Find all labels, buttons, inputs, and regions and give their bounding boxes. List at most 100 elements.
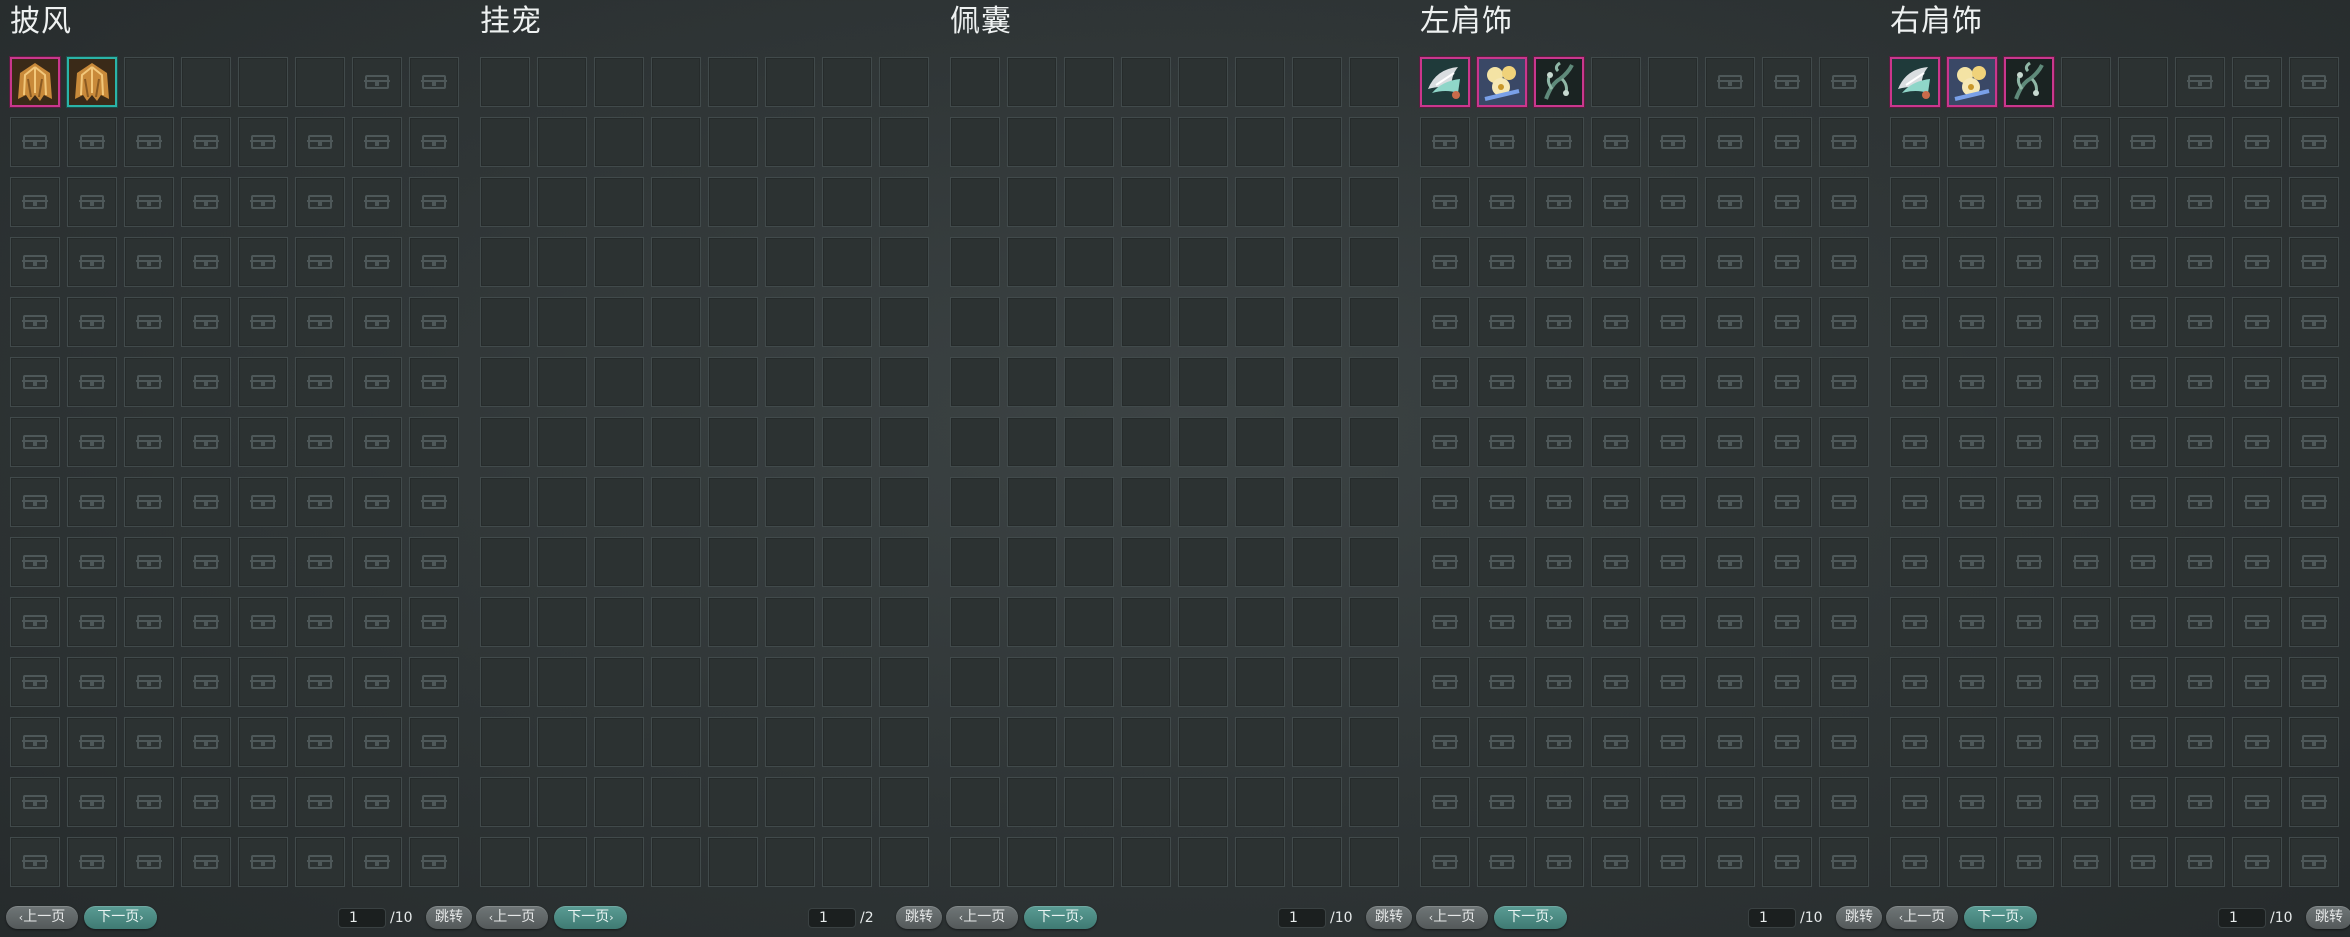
locked-slot[interactable] — [1534, 777, 1584, 827]
empty-slot[interactable] — [1121, 837, 1171, 887]
locked-slot[interactable] — [1648, 537, 1698, 587]
locked-slot[interactable] — [409, 837, 459, 887]
empty-slot[interactable] — [950, 657, 1000, 707]
empty-slot[interactable] — [822, 777, 872, 827]
locked-slot[interactable] — [409, 297, 459, 347]
locked-slot[interactable] — [352, 477, 402, 527]
locked-slot[interactable] — [67, 477, 117, 527]
jump-button[interactable]: 跳转 — [426, 906, 472, 929]
locked-slot[interactable] — [1947, 417, 1997, 467]
locked-slot[interactable] — [238, 717, 288, 767]
locked-slot[interactable] — [1648, 777, 1698, 827]
locked-slot[interactable] — [409, 357, 459, 407]
locked-slot[interactable] — [1890, 837, 1940, 887]
jump-button[interactable]: 跳转 — [1836, 906, 1882, 929]
empty-slot[interactable] — [651, 777, 701, 827]
next-page-button[interactable]: 下一页› — [1024, 906, 1097, 929]
empty-slot[interactable] — [822, 837, 872, 887]
locked-slot[interactable] — [67, 117, 117, 167]
empty-slot[interactable] — [537, 357, 587, 407]
locked-slot[interactable] — [2175, 57, 2225, 107]
prev-page-button[interactable]: ‹上一页 — [476, 906, 548, 929]
locked-slot[interactable] — [1947, 297, 1997, 347]
locked-slot[interactable] — [1534, 477, 1584, 527]
locked-slot[interactable] — [409, 417, 459, 467]
locked-slot[interactable] — [67, 657, 117, 707]
locked-slot[interactable] — [124, 717, 174, 767]
locked-slot[interactable] — [67, 777, 117, 827]
empty-slot[interactable] — [651, 477, 701, 527]
empty-slot[interactable] — [765, 477, 815, 527]
locked-slot[interactable] — [1947, 177, 1997, 227]
locked-slot[interactable] — [1591, 657, 1641, 707]
locked-slot[interactable] — [181, 537, 231, 587]
item-slot-silver-shoulder[interactable] — [1890, 57, 1940, 107]
empty-slot[interactable] — [181, 57, 231, 107]
locked-slot[interactable] — [1648, 177, 1698, 227]
locked-slot[interactable] — [1420, 297, 1470, 347]
locked-slot[interactable] — [1947, 777, 1997, 827]
empty-slot[interactable] — [537, 597, 587, 647]
locked-slot[interactable] — [352, 237, 402, 287]
empty-slot[interactable] — [1235, 717, 1285, 767]
empty-slot[interactable] — [1349, 657, 1399, 707]
locked-slot[interactable] — [1819, 537, 1869, 587]
locked-slot[interactable] — [1762, 537, 1812, 587]
locked-slot[interactable] — [409, 177, 459, 227]
locked-slot[interactable] — [2289, 177, 2339, 227]
locked-slot[interactable] — [1534, 537, 1584, 587]
empty-slot[interactable] — [480, 117, 530, 167]
locked-slot[interactable] — [2004, 117, 2054, 167]
empty-slot[interactable] — [651, 357, 701, 407]
empty-slot[interactable] — [879, 417, 929, 467]
empty-slot[interactable] — [1292, 297, 1342, 347]
locked-slot[interactable] — [1534, 297, 1584, 347]
empty-slot[interactable] — [651, 537, 701, 587]
empty-slot[interactable] — [765, 597, 815, 647]
next-page-button[interactable]: 下一页› — [1964, 906, 2037, 929]
locked-slot[interactable] — [238, 417, 288, 467]
locked-slot[interactable] — [295, 597, 345, 647]
locked-slot[interactable] — [1705, 777, 1755, 827]
locked-slot[interactable] — [1534, 417, 1584, 467]
empty-slot[interactable] — [879, 837, 929, 887]
empty-slot[interactable] — [879, 57, 929, 107]
item-slot-dark-vine-shoulder[interactable] — [1534, 57, 1584, 107]
locked-slot[interactable] — [181, 657, 231, 707]
locked-slot[interactable] — [124, 477, 174, 527]
empty-slot[interactable] — [1235, 297, 1285, 347]
empty-slot[interactable] — [1064, 477, 1114, 527]
empty-slot[interactable] — [537, 837, 587, 887]
empty-slot[interactable] — [295, 57, 345, 107]
empty-slot[interactable] — [1178, 357, 1228, 407]
empty-slot[interactable] — [480, 297, 530, 347]
locked-slot[interactable] — [2004, 657, 2054, 707]
empty-slot[interactable] — [594, 177, 644, 227]
empty-slot[interactable] — [1064, 57, 1114, 107]
empty-slot[interactable] — [537, 537, 587, 587]
locked-slot[interactable] — [2004, 477, 2054, 527]
locked-slot[interactable] — [67, 837, 117, 887]
locked-slot[interactable] — [1591, 357, 1641, 407]
locked-slot[interactable] — [1477, 477, 1527, 527]
locked-slot[interactable] — [181, 717, 231, 767]
empty-slot[interactable] — [1121, 537, 1171, 587]
page-number-input[interactable] — [338, 908, 386, 928]
empty-slot[interactable] — [1292, 417, 1342, 467]
empty-slot[interactable] — [822, 177, 872, 227]
empty-slot[interactable] — [1349, 837, 1399, 887]
locked-slot[interactable] — [1477, 357, 1527, 407]
empty-slot[interactable] — [765, 537, 815, 587]
empty-slot[interactable] — [651, 57, 701, 107]
empty-slot[interactable] — [1178, 237, 1228, 287]
empty-slot[interactable] — [537, 237, 587, 287]
locked-slot[interactable] — [1890, 117, 1940, 167]
locked-slot[interactable] — [124, 837, 174, 887]
locked-slot[interactable] — [2232, 237, 2282, 287]
locked-slot[interactable] — [1762, 177, 1812, 227]
locked-slot[interactable] — [2061, 657, 2111, 707]
locked-slot[interactable] — [2232, 417, 2282, 467]
locked-slot[interactable] — [1762, 57, 1812, 107]
item-slot-golden-cape[interactable] — [10, 57, 60, 107]
locked-slot[interactable] — [181, 597, 231, 647]
